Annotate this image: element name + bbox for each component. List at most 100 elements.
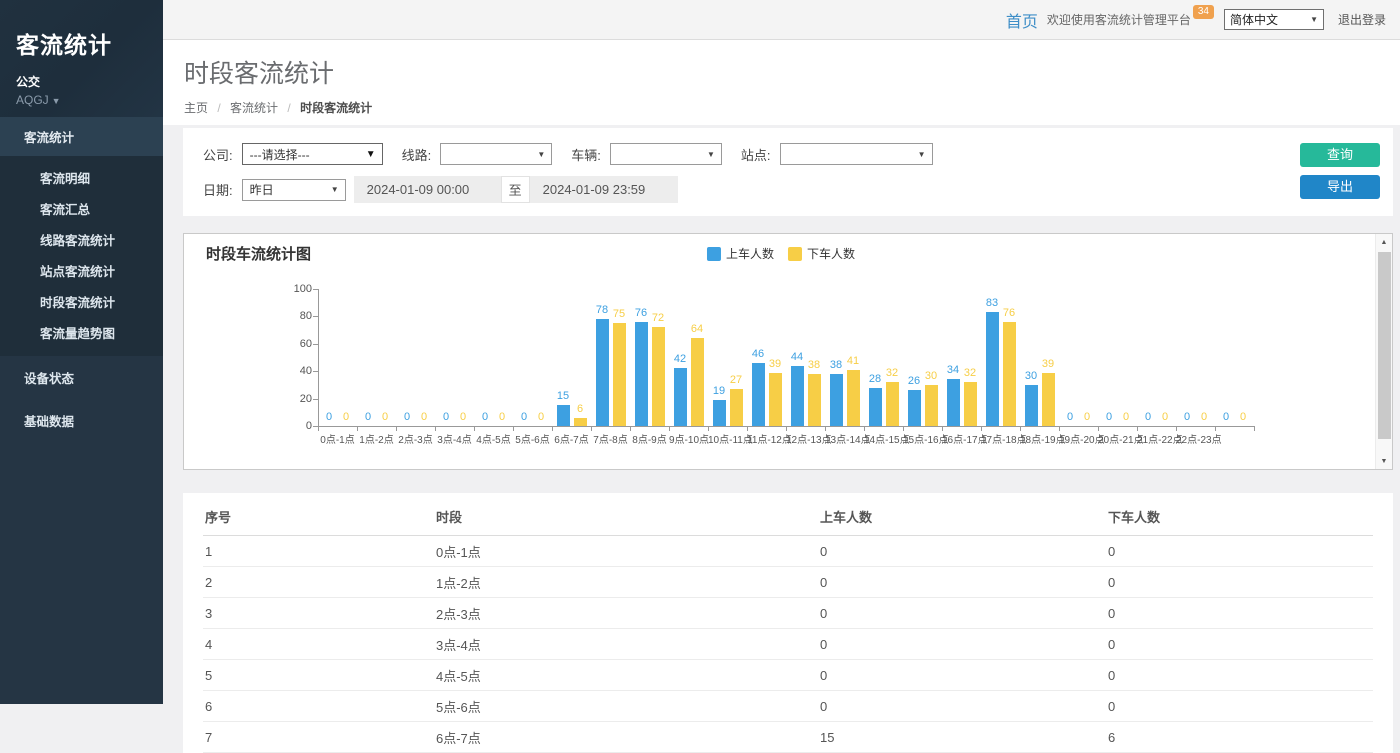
bar-alighting xyxy=(691,338,704,426)
x-tick xyxy=(1254,427,1255,431)
sidebar-item-basic-data[interactable]: 基础数据 xyxy=(0,399,163,442)
line-select[interactable]: ▼ xyxy=(440,143,552,165)
home-link[interactable]: 首页 xyxy=(1006,8,1038,32)
sidebar-submenu: 客流明细客流汇总线路客流统计站点客流统计时段客流统计客流量趋势图 xyxy=(0,156,163,356)
table-cell: 0 xyxy=(818,536,1106,567)
chevron-down-icon: ▼ xyxy=(1310,15,1318,24)
bar-value-label: 72 xyxy=(643,312,674,324)
x-axis-label: 13点-14点 xyxy=(825,431,864,446)
bar-alighting xyxy=(925,385,938,426)
bar-boarding xyxy=(635,322,648,426)
bar-alighting xyxy=(613,323,626,426)
table-header-cell: 上车人数 xyxy=(818,497,1106,536)
notification-badge: 34 xyxy=(1193,5,1214,19)
sidebar-item-passenger-stats[interactable]: 客流统计 xyxy=(0,117,163,156)
date-from-input[interactable]: 2024-01-09 00:00 xyxy=(354,176,501,203)
breadcrumb-separator: / xyxy=(287,101,290,115)
company-select-value: ---请选择--- xyxy=(250,146,310,163)
page-header: 时段客流统计 主页 / 客流统计 / 时段客流统计 xyxy=(163,40,1400,125)
scrollbar-thumb[interactable] xyxy=(1378,252,1391,439)
x-axis-label: 0点-1点 xyxy=(318,431,357,446)
sidebar-subitem[interactable]: 时段客流统计 xyxy=(0,286,163,317)
org-name: 公交 xyxy=(16,73,147,90)
bar-alighting xyxy=(730,389,743,426)
table-cell: 3点-4点 xyxy=(434,629,818,660)
table-cell: 5 xyxy=(203,660,434,691)
main-area: 首页 欢迎使用客流统计管理平台 34 简体中文 ▼ 退出登录 时段客流统计 主页… xyxy=(163,0,1400,704)
sidebar-subitem[interactable]: 线路客流统计 xyxy=(0,224,163,255)
line-label: 线路: xyxy=(402,145,432,164)
company-select[interactable]: ---请选择--- ▼ xyxy=(242,143,383,165)
bar-alighting xyxy=(1003,322,1016,426)
scroll-up-icon[interactable]: ▲ xyxy=(1376,234,1392,250)
sidebar-item-device-status[interactable]: 设备状态 xyxy=(0,356,163,399)
y-tick-label: 100 xyxy=(278,283,312,295)
bar-alighting xyxy=(1042,373,1055,426)
table-header-row: 序号时段上车人数下车人数 xyxy=(203,497,1373,536)
bar-boarding xyxy=(791,366,804,426)
query-button[interactable]: 查询 xyxy=(1300,143,1380,167)
table-cell: 5点-6点 xyxy=(434,691,818,722)
x-axis-label: 21点-22点 xyxy=(1137,431,1176,446)
vehicle-label: 车辆: xyxy=(571,145,601,164)
x-axis-label: 9点-10点 xyxy=(669,431,708,446)
table-cell: 0 xyxy=(1106,567,1373,598)
breadcrumb-current: 时段客流统计 xyxy=(300,101,372,115)
chart-scrollbar[interactable]: ▲ ▼ xyxy=(1375,234,1392,469)
breadcrumb-section[interactable]: 客流统计 xyxy=(230,101,278,115)
chevron-down-icon: ▼ xyxy=(537,150,545,159)
table-row: 54点-5点00 xyxy=(203,660,1373,691)
table-cell: 0 xyxy=(818,629,1106,660)
topbar: 首页 欢迎使用客流统计管理平台 34 简体中文 ▼ 退出登录 xyxy=(163,0,1400,40)
table-cell: 2点-3点 xyxy=(434,598,818,629)
sidebar-subitem[interactable]: 客流量趋势图 xyxy=(0,317,163,348)
table-cell: 6 xyxy=(203,691,434,722)
table-header-cell: 序号 xyxy=(203,497,434,536)
sidebar-subitem[interactable]: 客流汇总 xyxy=(0,193,163,224)
y-tick-label: 0 xyxy=(278,420,312,432)
bar-value-label: 64 xyxy=(682,323,713,335)
chart-panel: 时段车流统计图 上车人数下车人数 020406080100000点-1点001点… xyxy=(183,233,1393,470)
chevron-down-icon: ▼ xyxy=(707,150,715,159)
bar-alighting xyxy=(847,370,860,426)
table-cell: 0 xyxy=(1106,660,1373,691)
y-tick xyxy=(313,316,318,317)
scroll-down-icon[interactable]: ▼ xyxy=(1376,453,1392,469)
table-cell: 0 xyxy=(818,660,1106,691)
bar-value-label: 0 xyxy=(526,411,557,423)
logout-link[interactable]: 退出登录 xyxy=(1338,11,1386,28)
x-axis-label: 19点-20点 xyxy=(1059,431,1098,446)
x-axis-label: 14点-15点 xyxy=(864,431,903,446)
bar-alighting xyxy=(964,382,977,426)
bar-boarding xyxy=(947,379,960,426)
date-preset-select[interactable]: 昨日 ▼ xyxy=(242,179,346,201)
x-axis-label: 22点-23点 xyxy=(1176,431,1215,446)
table-row: 76点-7点156 xyxy=(203,722,1373,753)
table-cell: 2 xyxy=(203,567,434,598)
language-select[interactable]: 简体中文 ▼ xyxy=(1224,9,1324,30)
y-tick xyxy=(313,399,318,400)
date-label: 日期: xyxy=(203,180,233,199)
station-select[interactable]: ▼ xyxy=(780,143,933,165)
y-tick xyxy=(313,289,318,290)
brand: 客流统计 公交 AQGJ▼ xyxy=(0,0,163,117)
table-cell: 0 xyxy=(1106,691,1373,722)
org-code-dropdown[interactable]: AQGJ▼ xyxy=(16,93,147,107)
x-axis-label: 17点-18点 xyxy=(981,431,1020,446)
date-preset-value: 昨日 xyxy=(250,181,274,198)
table-cell: 0 xyxy=(1106,536,1373,567)
date-to-input[interactable]: 2024-01-09 23:59 xyxy=(530,176,678,203)
chevron-down-icon: ▼ xyxy=(918,150,926,159)
sidebar-subitem[interactable]: 客流明细 xyxy=(0,162,163,193)
breadcrumb-home[interactable]: 主页 xyxy=(184,101,208,115)
table-row: 32点-3点00 xyxy=(203,598,1373,629)
sidebar-subitem[interactable]: 站点客流统计 xyxy=(0,255,163,286)
y-tick-label: 60 xyxy=(278,338,312,350)
bar-value-label: 15 xyxy=(548,390,579,402)
date-range-separator: 至 xyxy=(501,176,530,203)
vehicle-select[interactable]: ▼ xyxy=(610,143,722,165)
table-cell: 0 xyxy=(818,691,1106,722)
content: 公司: ---请选择--- ▼ 线路: ▼ 车辆: ▼ 站点: ▼ xyxy=(163,125,1400,753)
bar-alighting xyxy=(769,373,782,426)
export-button[interactable]: 导出 xyxy=(1300,175,1380,199)
